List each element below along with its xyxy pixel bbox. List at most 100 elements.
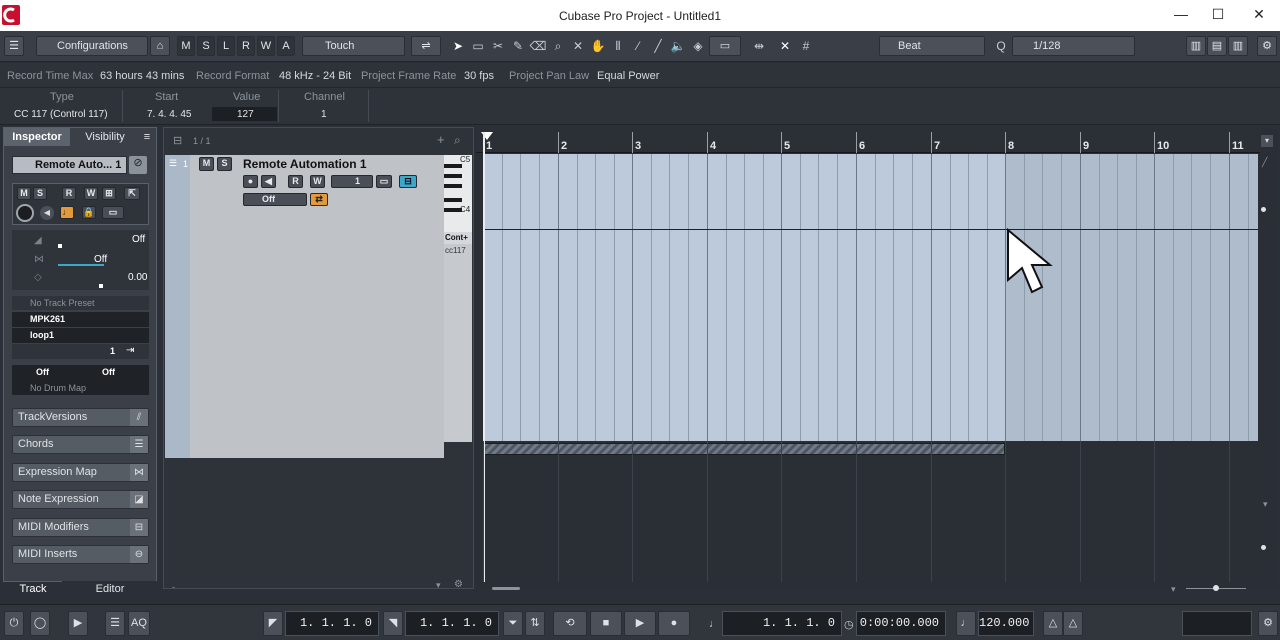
position-bars-display[interactable]: 1. 1. 1. 0 [722,611,842,636]
metronome-icon[interactable]: △ [1043,611,1063,636]
output-routing-field[interactable]: loop1 [12,328,149,343]
midi-channel-value[interactable]: 1 [110,346,115,356]
inspector-lock-icon[interactable]: 🔒 [82,206,96,219]
inspector-solo-button[interactable]: S [33,187,47,200]
inspector-route-icon[interactable]: ⇱ [124,187,140,200]
punch-icon[interactable]: ⏷ [503,611,523,636]
start-value[interactable]: 7. 4. 4. 45 [147,109,191,120]
tab-track[interactable]: Track [4,581,62,597]
horizontal-scrollbar[interactable] [492,587,520,590]
color-tool-icon[interactable]: ◈ [689,37,707,55]
split-tool-icon[interactable]: ✂ [489,37,507,55]
line-tool-icon[interactable]: ⁄ [629,37,647,55]
tempo-display[interactable]: 120.000 [978,611,1034,636]
track-height-handle[interactable] [1261,545,1266,550]
inspector-write-button[interactable]: W [84,187,98,200]
constrain-delay-icon[interactable]: ◯ [30,611,50,636]
track-list-collapse-icon[interactable]: ▾ [436,580,441,591]
track-edit-icon[interactable]: ⊟ [399,175,417,188]
speaker-tool-icon[interactable]: 🔈 [669,37,687,55]
ruler[interactable]: 1 2 3 4 5 6 7 8 9 10 11 [476,127,1260,153]
section-midi-modifiers[interactable]: MIDI Modifiers ⊟ [12,518,149,537]
section-note-expression[interactable]: Note Expression ◪ [12,490,149,509]
autoscroll-icon[interactable]: ⇹ [750,37,768,55]
hand-tool-icon[interactable]: ✋ [589,37,607,55]
tempo-track-icon[interactable]: ♩ [956,611,976,636]
event-display[interactable]: 1 2 3 4 5 6 7 8 9 10 11 ▾ ╱ ▾ ▾ [476,127,1278,594]
track-mute-button[interactable]: M [199,157,214,171]
track-monitor-button[interactable]: ◀ [261,175,276,188]
horizontal-zoom-out-icon[interactable]: ▾ [1171,584,1176,595]
record-format-label[interactable]: Record Format [196,70,269,82]
range-tool-icon[interactable]: ▭ [469,37,487,55]
track-write-button[interactable]: W [310,175,325,188]
left-zone-icon[interactable]: ▥ [1186,36,1206,56]
type-value[interactable]: CC 117 (Control 117) [14,109,108,120]
edit-mode-button[interactable]: ⇌ [411,36,441,56]
pan-fader-handle[interactable] [99,284,103,288]
inspector-read-button[interactable]: R [62,187,76,200]
track-list-zoom-out-icon[interactable]: - [172,582,175,592]
solo-global-button[interactable]: S [197,36,215,56]
time-mode-icon[interactable]: ◷ [844,618,854,631]
mute-tool-icon[interactable]: ✕ [569,37,587,55]
ruler-options-icon[interactable]: ▾ [1261,135,1273,147]
track-name[interactable]: Remote Automation 1 [243,157,367,171]
pan-value[interactable]: 0.00 [128,272,147,283]
zoom-tool-icon[interactable]: ⌕ [549,37,567,55]
menu-icon[interactable]: ☰ [4,36,24,56]
inspector-time-mode-icon[interactable]: ♩ [60,206,74,219]
quantize-preset-select[interactable]: 1/128 [1012,36,1135,56]
frame-rate-label[interactable]: Project Frame Rate [361,70,456,82]
tab-visibility[interactable]: Visibility [74,128,136,146]
erase-tool-icon[interactable]: ⌫ [529,37,547,55]
position-time-display[interactable]: 0:00:00.000 [856,611,946,636]
edit-instrument-icon[interactable]: ⇥ [126,345,134,356]
inspector-track-name[interactable]: Remote Auto... 1 [12,156,127,174]
tab-editor[interactable]: Editor [62,581,158,597]
frame-rate-value[interactable]: 30 fps [464,70,494,82]
object-selection-tool-icon[interactable]: ➤ [449,37,467,55]
volume-value[interactable]: Off [132,234,145,245]
edit-channel-icon[interactable]: ⊘ [129,156,147,174]
home-icon[interactable]: ⌂ [150,36,170,56]
maximize-button[interactable]: ☐ [1208,6,1228,24]
bank-select-value[interactable]: Off [36,367,49,377]
glue-tool-icon[interactable]: ╱ [649,37,667,55]
pan-law-label[interactable]: Project Pan Law [509,70,589,82]
right-locator-display[interactable]: 1. 1. 1. 0 [405,611,499,636]
pan-law-value[interactable]: Equal Power [597,70,659,82]
track-channel-field[interactable]: 1 [331,175,373,188]
track-record-button[interactable]: ● [243,175,258,188]
left-locator-icon[interactable]: ◤ [263,611,283,636]
transpose-fader-bar[interactable] [58,264,104,266]
tab-inspector[interactable]: Inspector [4,128,70,146]
close-button[interactable]: ✕ [1249,6,1269,24]
vertical-zoom-in-icon[interactable]: ▾ [1263,499,1268,510]
vertical-zoom-handle[interactable] [1261,207,1266,212]
controller-lane-select[interactable]: Cont+ [444,232,472,244]
mute-global-button[interactable]: M [177,36,195,56]
channel-value[interactable]: 1 [321,109,327,120]
track-preset-field[interactable]: No Track Preset [12,296,149,310]
toolbar-settings-icon[interactable]: ⚙ [1257,36,1277,56]
stop-button[interactable]: ■ [590,611,622,636]
minimize-button[interactable]: — [1171,6,1191,24]
record-mode-icon[interactable]: ☰ [105,611,125,636]
listen-global-button[interactable]: L [217,36,235,56]
section-midi-inserts[interactable]: MIDI Inserts ⊖ [12,545,149,564]
inspector-record-button[interactable] [16,204,34,222]
right-zone-icon[interactable]: ▥ [1228,36,1248,56]
inspector-monitor-icon[interactable]: ◀ [40,206,54,220]
section-expression-map[interactable]: Expression Map ⋈ [12,463,149,482]
track-options-icon[interactable]: ☰ [169,158,177,169]
record-format-value[interactable]: 48 kHz - 24 Bit [279,70,351,82]
right-locator-icon[interactable]: ◥ [383,611,403,636]
vertical-zoom-slider[interactable]: ╱ [1262,157,1267,168]
track-read-button[interactable]: R [288,175,303,188]
play-button[interactable]: ▶ [624,611,656,636]
track-list-settings-icon[interactable]: ⚙ [454,579,463,590]
color-select-icon[interactable]: ▭ [709,36,741,56]
read-global-button[interactable]: R [237,36,255,56]
inspector-lanes-icon[interactable]: ⊞ [102,187,116,200]
